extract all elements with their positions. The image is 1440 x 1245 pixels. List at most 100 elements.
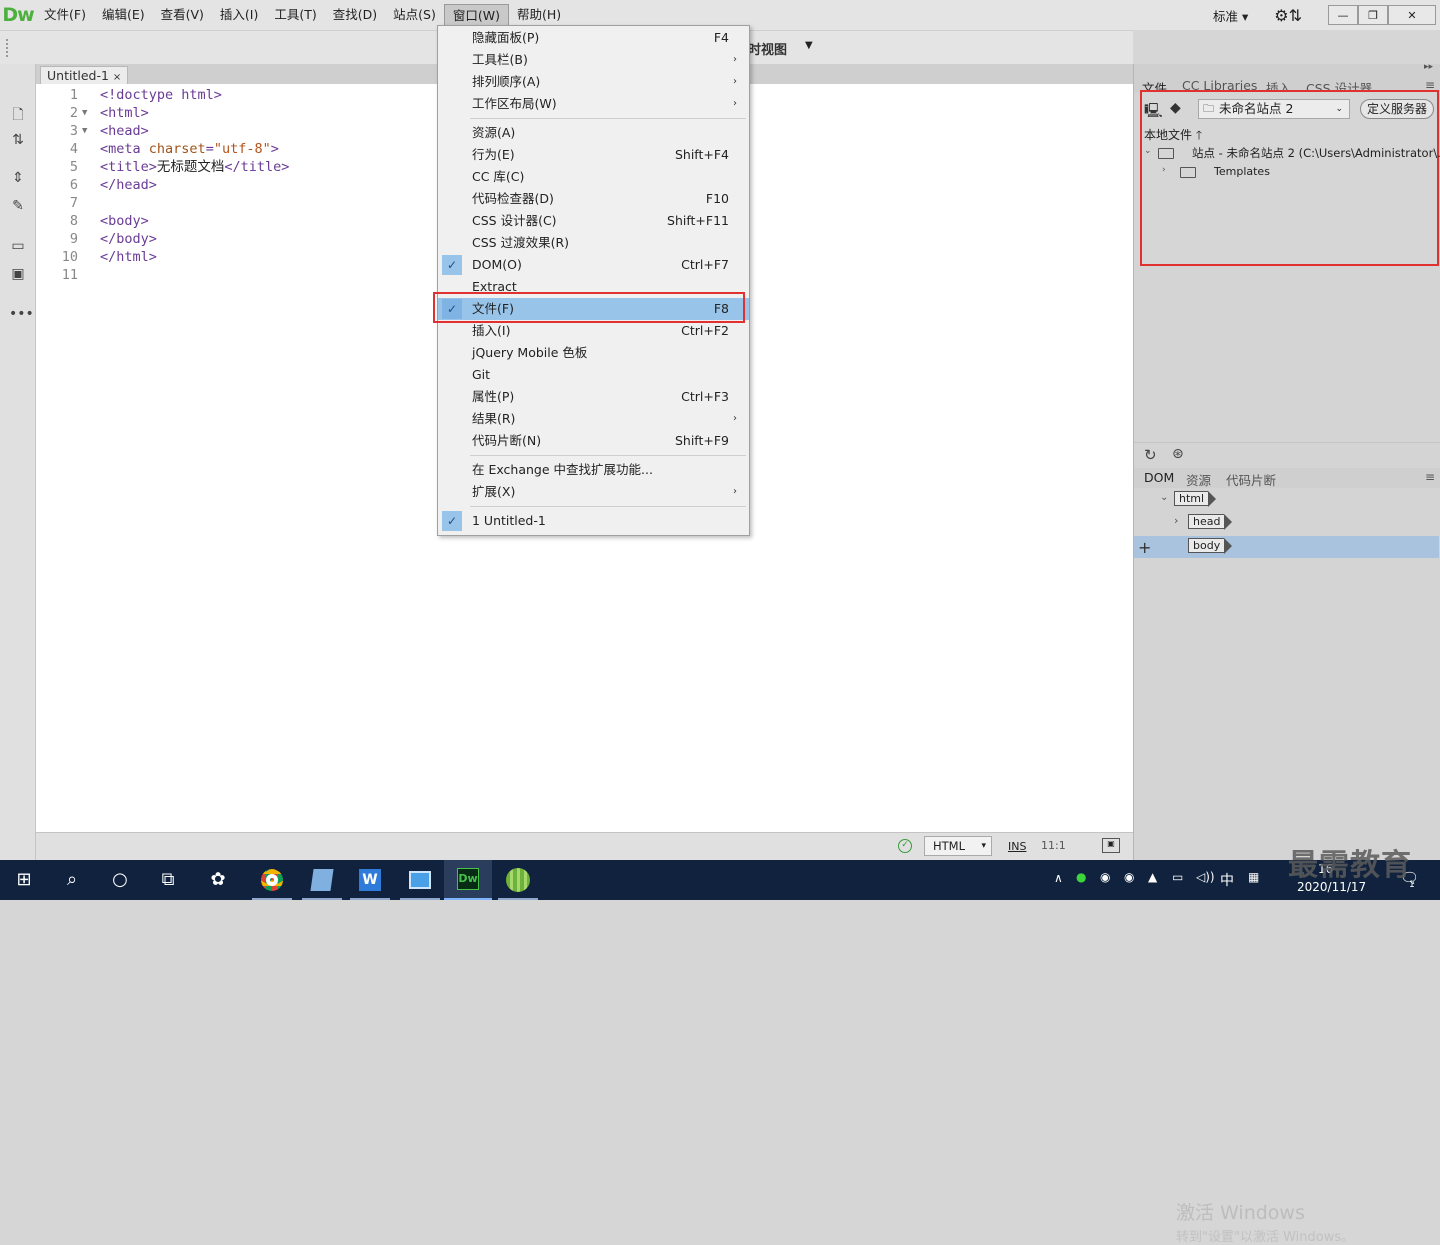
window-menu-item[interactable]: 排列顺序(A) ›: [438, 71, 749, 93]
brand-watermark: 最需教育: [1288, 848, 1412, 883]
window-menu-item[interactable]: jQuery Mobile 色板: [438, 342, 749, 364]
templates-folder-item[interactable]: Templates: [1214, 165, 1270, 178]
qq-icon[interactable]: ◉: [1124, 870, 1134, 884]
log-icon[interactable]: ⊛: [1172, 446, 1184, 462]
wechat-icon[interactable]: ●: [1076, 870, 1086, 884]
chevron-right-icon[interactable]: ›: [1162, 165, 1166, 175]
close-button[interactable]: ✕: [1388, 5, 1436, 25]
window-menu-item[interactable]: 代码检查器(D) F10: [438, 188, 749, 210]
window-menu-item[interactable]: CSS 过渡效果(R): [438, 232, 749, 254]
menu-item-label: 工具栏(B): [472, 52, 528, 67]
tray-expand-icon[interactable]: ∧: [1054, 871, 1063, 885]
dreamweaver-app-icon[interactable]: Dw: [444, 860, 492, 900]
pinwheel-app-icon[interactable]: ✿: [206, 868, 230, 892]
chevron-down-icon[interactable]: ⌄: [1160, 492, 1168, 503]
window-menu-item[interactable]: 工具栏(B) ›: [438, 49, 749, 71]
window-menu-item[interactable]: 属性(P) Ctrl+F3: [438, 386, 749, 408]
dom-row-selected[interactable]: [1134, 536, 1439, 558]
collapse-icon[interactable]: ▸▸: [1424, 62, 1433, 72]
format-source-icon[interactable]: ✎: [9, 198, 27, 216]
window-menu-item[interactable]: 在 Exchange 中查找扩展功能...: [438, 459, 749, 481]
notes-app-icon[interactable]: [298, 860, 346, 900]
window-menu-item[interactable]: CC 库(C): [438, 166, 749, 188]
chevron-down-icon[interactable]: ▼: [805, 40, 813, 51]
define-server-button[interactable]: 定义服务器: [1360, 99, 1434, 119]
more-icon[interactable]: •••: [9, 306, 34, 324]
menu-site[interactable]: 站点(S): [385, 4, 444, 26]
toolbar-grip[interactable]: [6, 39, 8, 57]
window-menu-item[interactable]: Git: [438, 364, 749, 386]
code-token: </head>: [100, 177, 157, 193]
window-menu-item[interactable]: 插入(I) Ctrl+F2: [438, 320, 749, 342]
menu-file[interactable]: 文件(F): [36, 4, 94, 26]
panel-menu-icon[interactable]: ≡: [1425, 470, 1435, 484]
window-menu-item[interactable]: 资源(A): [438, 122, 749, 144]
task-view-icon[interactable]: ⧉: [156, 868, 180, 892]
window-menu-item[interactable]: 代码片断(N) Shift+F9: [438, 430, 749, 452]
site-root-item[interactable]: 站点 - 未命名站点 2 (C:\Users\Administrator\...: [1192, 145, 1440, 161]
qq-icon[interactable]: ◉: [1100, 870, 1110, 884]
close-tab-icon[interactable]: ×: [113, 72, 121, 83]
window-menu-item[interactable]: 隐藏面板(P) F4: [438, 27, 749, 49]
view-mode-label[interactable]: 时视图: [748, 39, 787, 58]
no-errors-icon[interactable]: ✓: [898, 839, 912, 853]
fold-toggle-icon[interactable]: ▼: [82, 122, 87, 140]
menu-tools[interactable]: 工具(T): [266, 4, 324, 26]
site-select[interactable]: 🗀 未命名站点 2 ⌄: [1198, 99, 1350, 119]
expand-all-icon[interactable]: ⇕: [9, 170, 27, 188]
refresh-icon[interactable]: ↻: [1144, 446, 1157, 464]
network-icon[interactable]: ▭: [1172, 870, 1183, 884]
local-files-header[interactable]: 本地文件 🡑: [1144, 126, 1202, 147]
live-preview-icon[interactable]: ▣: [1102, 838, 1120, 853]
connect-icon[interactable]: 🖳: [1144, 100, 1163, 124]
windows-taskbar: ⊞ ⌕ ○ ⧉ ✿ W Dw ∧ ● ◉ ◉ ▲ ▭ ◁)) 中 ▦ 16 20…: [0, 860, 1440, 900]
tab-snippets[interactable]: 代码片断: [1226, 470, 1276, 489]
document-type-select[interactable]: HTML ▾: [924, 836, 992, 856]
remote-desktop-app-icon[interactable]: [396, 860, 444, 900]
apply-comment-icon[interactable]: ▭: [9, 238, 27, 256]
file-management-icon[interactable]: ⇅: [9, 132, 27, 150]
dom-node-html[interactable]: html: [1174, 491, 1217, 507]
melon-app-icon[interactable]: [494, 860, 542, 900]
remove-comment-icon[interactable]: ▣: [9, 266, 27, 284]
git-icon[interactable]: ◆: [1170, 100, 1181, 116]
menu-find[interactable]: 查找(D): [325, 4, 385, 26]
menu-insert[interactable]: 插入(I): [212, 4, 266, 26]
sync-settings-icon[interactable]: ⚙⇅: [1274, 6, 1302, 25]
minimize-button[interactable]: —: [1328, 5, 1358, 25]
chevron-down-icon[interactable]: ⌄: [1144, 146, 1152, 156]
menu-item-label: 资源(A): [472, 125, 516, 140]
restore-button[interactable]: ❐: [1358, 5, 1388, 25]
wps-app-icon[interactable]: W: [346, 860, 394, 900]
menu-help[interactable]: 帮助(H): [509, 4, 569, 26]
notification-bell-icon[interactable]: ▲: [1148, 870, 1157, 884]
open-documents-icon[interactable]: 🗋: [9, 104, 27, 123]
chevron-right-icon[interactable]: ›: [1174, 514, 1178, 527]
menu-edit[interactable]: 编辑(E): [94, 4, 153, 26]
window-menu-item[interactable]: CSS 设计器(C) Shift+F11: [438, 210, 749, 232]
search-icon[interactable]: ⌕: [60, 868, 84, 892]
cortana-icon[interactable]: ○: [108, 868, 132, 892]
add-element-icon[interactable]: +: [1138, 538, 1151, 557]
window-menu-item[interactable]: 结果(R) ›: [438, 408, 749, 430]
menu-window[interactable]: 窗口(W): [443, 4, 509, 26]
window-menu-item[interactable]: 扩展(X) ›: [438, 481, 749, 503]
dom-node-head[interactable]: head: [1188, 514, 1234, 530]
dom-node-body[interactable]: body: [1188, 538, 1233, 554]
chrome-app-icon[interactable]: [248, 860, 296, 900]
window-menu-item[interactable]: 工作区布局(W) ›: [438, 93, 749, 115]
menu-view[interactable]: 查看(V): [153, 4, 212, 26]
fold-toggle-icon[interactable]: ▼: [82, 104, 87, 122]
workspace-switcher[interactable]: 标准 ▾: [1213, 6, 1248, 25]
document-tab[interactable]: Untitled-1 ×: [40, 66, 129, 84]
tab-assets[interactable]: 资源: [1186, 470, 1211, 489]
volume-icon[interactable]: ◁)): [1196, 870, 1215, 884]
ime-indicator[interactable]: 中: [1220, 870, 1234, 890]
window-menu-item[interactable]: ✓ 1 Untitled-1: [438, 510, 749, 532]
keyboard-icon[interactable]: ▦: [1248, 870, 1259, 884]
tab-dom[interactable]: DOM: [1144, 470, 1174, 485]
window-menu-item[interactable]: 行为(E) Shift+F4: [438, 144, 749, 166]
insert-mode[interactable]: INS: [1008, 840, 1026, 853]
windows-start-icon[interactable]: ⊞: [12, 868, 36, 892]
window-menu-item[interactable]: ✓ DOM(O) Ctrl+F7: [438, 254, 749, 276]
